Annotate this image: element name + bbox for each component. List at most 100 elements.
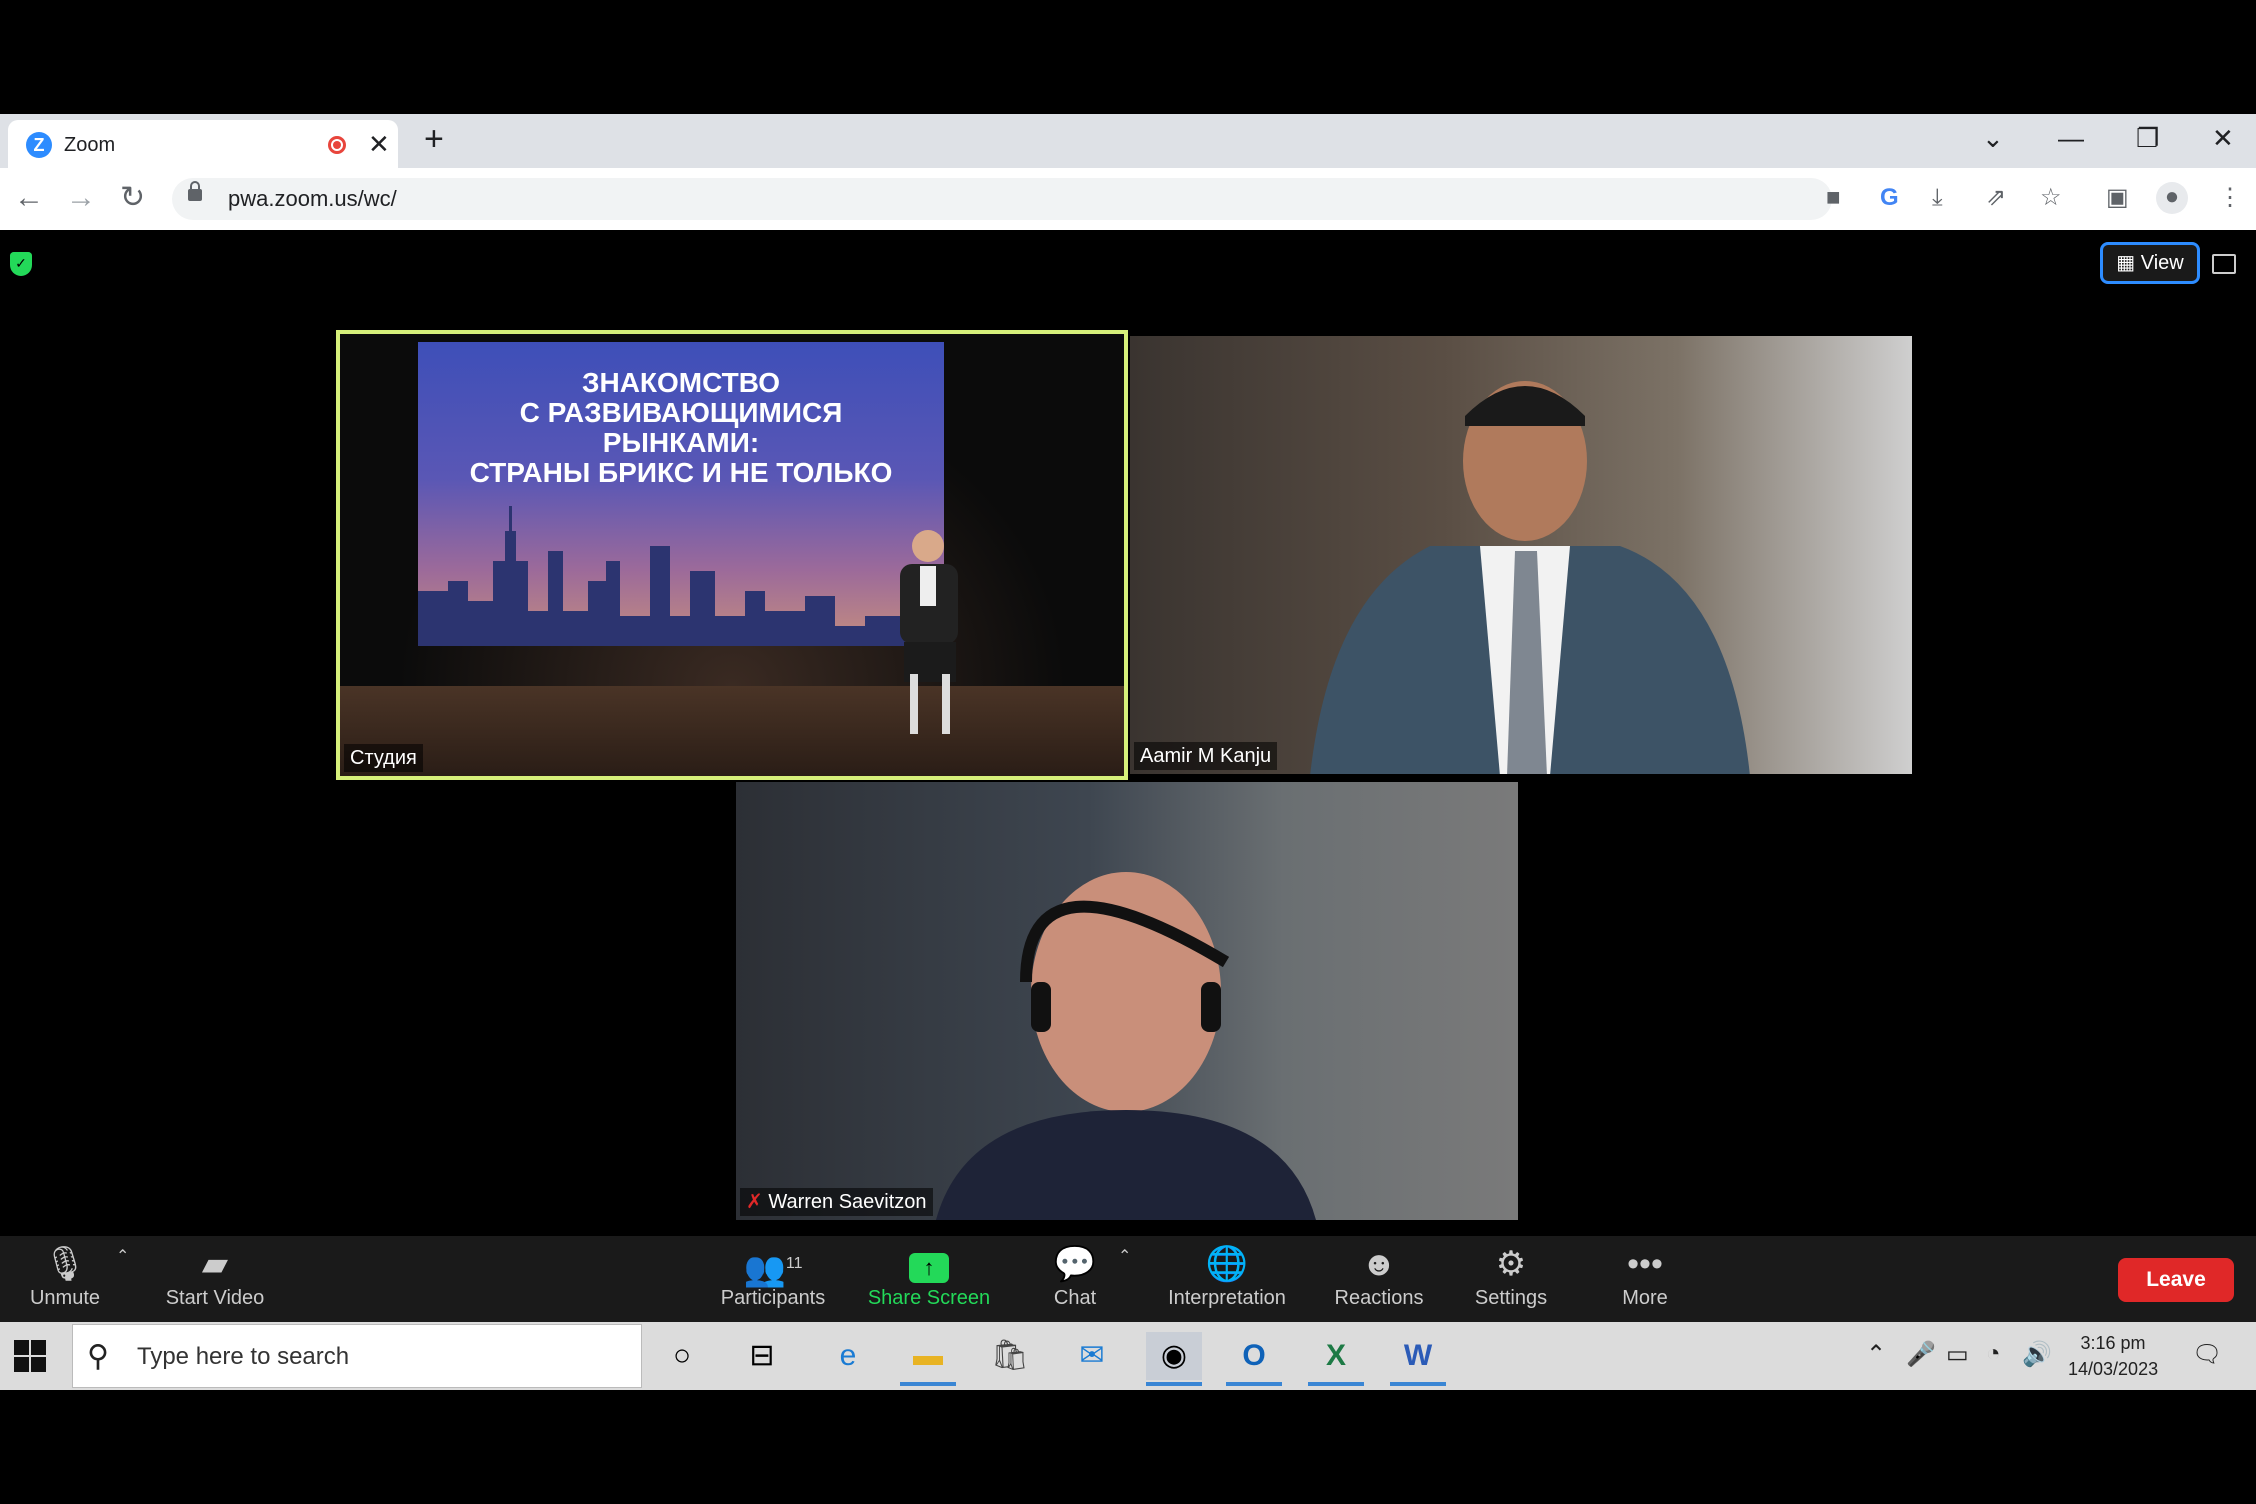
chat-label: Chat — [1053, 1287, 1097, 1309]
participants-label: Participants — [720, 1287, 826, 1309]
reload-icon[interactable]: ↻ — [120, 182, 145, 214]
mail-icon[interactable]: ✉ — [1064, 1332, 1120, 1380]
clock[interactable]: 3:16 pm 14/03/2023 — [2068, 1330, 2158, 1382]
volume-icon[interactable]: 🔊 — [2022, 1340, 2052, 1369]
video-tile-warren[interactable]: ✗ Warren Saevitzon — [736, 782, 1518, 1220]
windows-start-icon[interactable] — [14, 1340, 46, 1372]
slide-line: С РАЗВИВАЮЩИМИСЯ — [519, 397, 843, 428]
settings-button[interactable]: ⚙ Settings — [1446, 1242, 1576, 1310]
slide-line: ЗНАКОМСТВО — [581, 367, 781, 398]
search-placeholder[interactable]: Type here to search — [137, 1343, 349, 1371]
outlook-icon[interactable]: O — [1226, 1332, 1282, 1386]
slide-title: ЗНАКОМСТВО С РАЗВИВАЮЩИМИСЯ РЫНКАМИ: СТР… — [418, 368, 944, 488]
unmute-label: Unmute — [29, 1287, 101, 1309]
start-video-label: Start Video — [165, 1287, 265, 1309]
meeting-toolbar: 🎙 Unmute ⌃ ▰ Start Video 👥11 Participant… — [0, 1236, 2256, 1322]
notifications-icon[interactable]: 🗨 — [2192, 1340, 2222, 1369]
slide-line: РЫНКАМИ: — [602, 427, 760, 458]
url-text[interactable]: pwa.zoom.us/wc/ — [228, 186, 397, 212]
unmute-button[interactable]: 🎙 Unmute — [0, 1242, 130, 1310]
view-button[interactable]: ▦ View — [2100, 242, 2200, 284]
chat-options-chevron-icon[interactable]: ⌃ — [1118, 1246, 1131, 1266]
wifi-icon[interactable]: ◔ — [1986, 1340, 2001, 1368]
leave-button[interactable]: Leave — [2118, 1258, 2234, 1302]
search-icon: ⚲ — [87, 1340, 109, 1373]
audio-options-chevron-icon[interactable]: ⌃ — [116, 1246, 129, 1266]
camera-icon[interactable]: ■ — [1826, 183, 1841, 213]
zoom-logo-icon: Z — [26, 132, 52, 158]
participants-button[interactable]: 👥11 Participants — [708, 1242, 838, 1310]
minimize-icon[interactable]: — — [2058, 122, 2084, 154]
menu-icon[interactable]: ⋮ — [2218, 183, 2242, 213]
star-icon[interactable]: ☆ — [2040, 183, 2062, 213]
participants-count: 11 — [785, 1255, 803, 1272]
edge-icon[interactable]: e — [820, 1332, 876, 1380]
settings-label: Settings — [1474, 1287, 1548, 1309]
google-icon[interactable]: G — [1880, 183, 1899, 213]
show-hidden-icons-chevron-icon[interactable]: ⌃ — [1866, 1340, 1886, 1369]
reactions-icon: ☻ — [1361, 1245, 1397, 1283]
start-video-button[interactable]: ▰ Start Video — [150, 1242, 280, 1310]
close-window-icon[interactable]: ✕ — [2212, 122, 2234, 154]
reactions-button[interactable]: ☻ Reactions — [1314, 1242, 1444, 1310]
word-icon[interactable]: W — [1390, 1332, 1446, 1386]
new-tab-button[interactable]: + — [424, 122, 444, 156]
slide-line: СТРАНЫ БРИКС И НЕ ТОЛЬКО — [469, 457, 893, 488]
forward-icon[interactable]: → — [66, 182, 96, 214]
share-screen-button[interactable]: ↑ Share Screen — [864, 1242, 994, 1310]
video-off-icon: ▰ — [201, 1245, 229, 1283]
gear-icon: ⚙ — [1495, 1245, 1527, 1283]
file-explorer-icon[interactable]: ▬ — [900, 1332, 956, 1386]
city-skyline — [418, 506, 905, 646]
restore-icon[interactable]: ❐ — [2136, 122, 2159, 154]
close-tab-icon[interactable]: ✕ — [368, 130, 390, 158]
chrome-icon[interactable]: ◉ — [1146, 1332, 1202, 1386]
muted-mic-icon: 🎙 — [43, 1245, 87, 1283]
lock-icon[interactable] — [188, 181, 202, 201]
recording-icon — [328, 136, 346, 154]
participant-name-text: Warren Saevitzon — [768, 1191, 927, 1213]
store-icon[interactable]: 🛍 — [982, 1332, 1038, 1380]
video-tile-studio[interactable]: ЗНАКОМСТВО С РАЗВИВАЮЩИМИСЯ РЫНКАМИ: СТР… — [336, 330, 1128, 780]
interpretation-label: Interpretation — [1168, 1287, 1286, 1309]
participant-figure — [936, 872, 1316, 1220]
tab-title: Zoom — [64, 134, 116, 156]
omnibox[interactable]: pwa.zoom.us/wc/ — [172, 178, 1832, 220]
clock-time: 3:16 pm — [2080, 1333, 2146, 1353]
microphone-icon[interactable]: 🎤 — [1906, 1340, 1936, 1369]
share-arrow-icon: ↑ — [909, 1253, 949, 1283]
participant-name: Aamir M Kanju — [1134, 742, 1278, 770]
participant-name: ✗ Warren Saevitzon — [740, 1188, 933, 1216]
interpretation-button[interactable]: 🌐 Interpretation — [1162, 1242, 1292, 1310]
sidepanel-icon[interactable]: ▣ — [2106, 183, 2129, 213]
reactions-label: Reactions — [1334, 1287, 1424, 1309]
install-icon[interactable]: ⤓ — [1932, 183, 1943, 213]
profile-icon[interactable]: ● — [2156, 182, 2188, 214]
taskbar-search-box[interactable]: ⚲ Type here to search — [72, 1324, 642, 1388]
more-button[interactable]: ••• More — [1580, 1242, 1710, 1310]
participants-icon: 👥11 — [743, 1250, 803, 1289]
fullscreen-icon[interactable] — [2212, 254, 2236, 274]
share-screen-icon: ↑ — [864, 1242, 994, 1286]
tab-search-icon[interactable]: ⌄ — [1982, 122, 2004, 154]
cortana-icon[interactable]: ○ — [654, 1332, 710, 1380]
browser-tab-zoom[interactable]: Z Zoom ✕ — [8, 120, 398, 168]
encryption-shield-icon[interactable]: ✓ — [10, 252, 32, 276]
task-view-icon[interactable]: ⊟ — [734, 1332, 790, 1380]
windows-taskbar: ⚲ Type here to search ○ ⊟ e ▬ 🛍 ✉ ◉ O X … — [0, 1322, 2256, 1390]
more-dots-icon: ••• — [1627, 1245, 1663, 1283]
browser-tab-bar: Z Zoom ✕ + ⌄ — ❐ ✕ — [0, 114, 2256, 168]
participant-figure — [1310, 381, 1750, 774]
battery-icon[interactable]: ▭ — [1946, 1340, 1969, 1369]
muted-mic-icon: ✗ — [746, 1191, 763, 1213]
view-label: View — [2140, 252, 2184, 274]
clock-date: 14/03/2023 — [2068, 1359, 2159, 1379]
share-screen-label: Share Screen — [867, 1287, 991, 1309]
video-tile-aamir[interactable]: Aamir M Kanju — [1130, 336, 1912, 774]
more-label: More — [1622, 1287, 1668, 1309]
excel-icon[interactable]: X — [1308, 1332, 1364, 1386]
back-icon[interactable]: ← — [14, 182, 44, 214]
globe-icon: 🌐 — [1205, 1245, 1249, 1283]
share-icon[interactable]: ⇗ — [1986, 183, 2006, 213]
participant-name: Студия — [344, 744, 423, 772]
